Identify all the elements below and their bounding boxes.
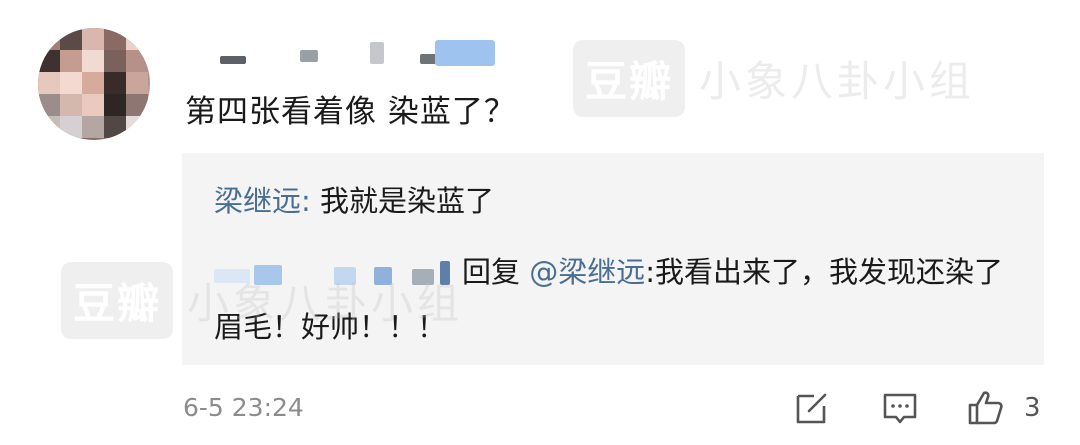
- reply-first: 梁继远: 我就是染蓝了: [214, 178, 494, 220]
- watermark-top: 豆瓣 小象八卦小组: [573, 40, 975, 117]
- watermark-logo: 豆瓣: [573, 40, 686, 117]
- watermark-text: 小象八卦小组: [187, 279, 464, 328]
- edit-icon[interactable]: [792, 388, 832, 428]
- watermark-bottom: 豆瓣 小象八卦小组: [61, 262, 463, 339]
- watermark-text: 小象八卦小组: [699, 57, 976, 106]
- comment-icon[interactable]: [880, 388, 920, 428]
- mention-link[interactable]: @梁继远: [529, 255, 645, 289]
- avatar[interactable]: [38, 28, 150, 140]
- reply-colon: :: [301, 184, 311, 218]
- like-count: 3: [1024, 393, 1041, 423]
- comment-text: 第四张看着像 染蓝了？: [185, 94, 516, 130]
- reply-author-link[interactable]: 梁继远: [214, 184, 301, 218]
- comment-timestamp: 6-5 23:24: [183, 393, 304, 422]
- username-blurred[interactable]: [220, 38, 510, 68]
- thumbs-up-icon[interactable]: [966, 388, 1006, 428]
- reply-label: 回复: [462, 255, 521, 289]
- watermark-logo: 豆瓣: [61, 262, 174, 339]
- reply-text: 我就是染蓝了: [310, 184, 495, 218]
